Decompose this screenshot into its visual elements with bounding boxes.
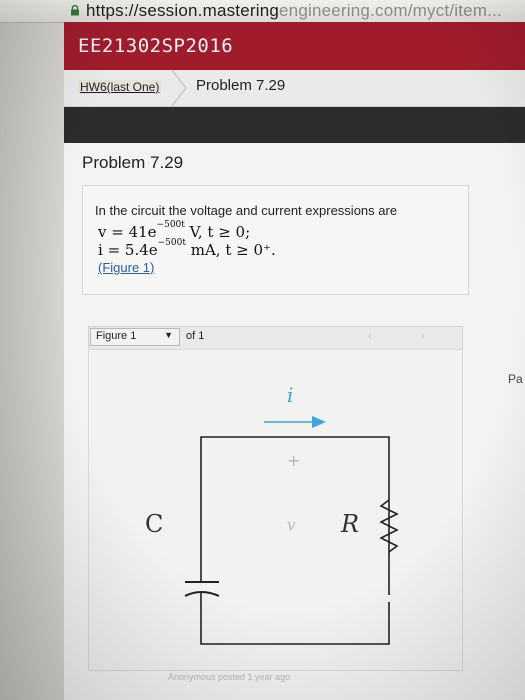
figure-select-value: Figure 1 xyxy=(96,330,137,342)
voltage-label: v xyxy=(287,516,296,534)
current-arrow-head xyxy=(312,416,326,428)
resistor-label: R xyxy=(340,510,359,538)
figure-1-link[interactable]: (Figure 1) xyxy=(98,260,154,275)
toolbar-band xyxy=(64,107,525,143)
current-equation: i = 5.4e−500t mA, t ≥ 0⁺. xyxy=(98,238,276,259)
next-figure-button[interactable]: › xyxy=(421,331,424,342)
breadcrumb-link-hw6[interactable]: HW6(last One) xyxy=(78,80,162,94)
breadcrumb-separator-icon xyxy=(171,70,187,106)
capacitor-plate-bottom xyxy=(184,591,220,597)
left-background-strip xyxy=(0,22,64,700)
side-text: Pa xyxy=(508,372,523,386)
course-title: EE21302SP2016 xyxy=(78,35,234,57)
breadcrumb-current: Problem 7.29 xyxy=(196,77,286,94)
url-text[interactable]: https://session.masteringengineering.com… xyxy=(86,1,502,21)
question-intro: In the circuit the voltage and current e… xyxy=(95,203,398,218)
figure-count: of 1 xyxy=(186,330,205,342)
answer-footer: Anonymous posted 1 year ago xyxy=(168,672,291,682)
figure-area: i + v C R xyxy=(88,349,463,671)
plus-label: + xyxy=(287,451,300,470)
capacitor-label: C xyxy=(145,510,163,538)
figure-select[interactable]: Figure 1 ▼ xyxy=(90,328,180,346)
circuit-diagram: i + v C R xyxy=(145,383,399,645)
breadcrumb: HW6(last One) Problem 7.29 xyxy=(64,70,525,107)
current-label: i xyxy=(287,383,293,407)
browser-url-bar[interactable]: https://session.masteringengineering.com… xyxy=(0,0,525,23)
circuit-wire-bottom xyxy=(200,602,390,645)
problem-title: Problem 7.29 xyxy=(82,153,184,172)
previous-figure-button[interactable]: ‹ xyxy=(368,331,371,342)
chevron-down-icon: ▼ xyxy=(164,330,173,340)
course-header: EE21302SP2016 xyxy=(64,22,525,70)
lock-icon xyxy=(71,5,79,16)
